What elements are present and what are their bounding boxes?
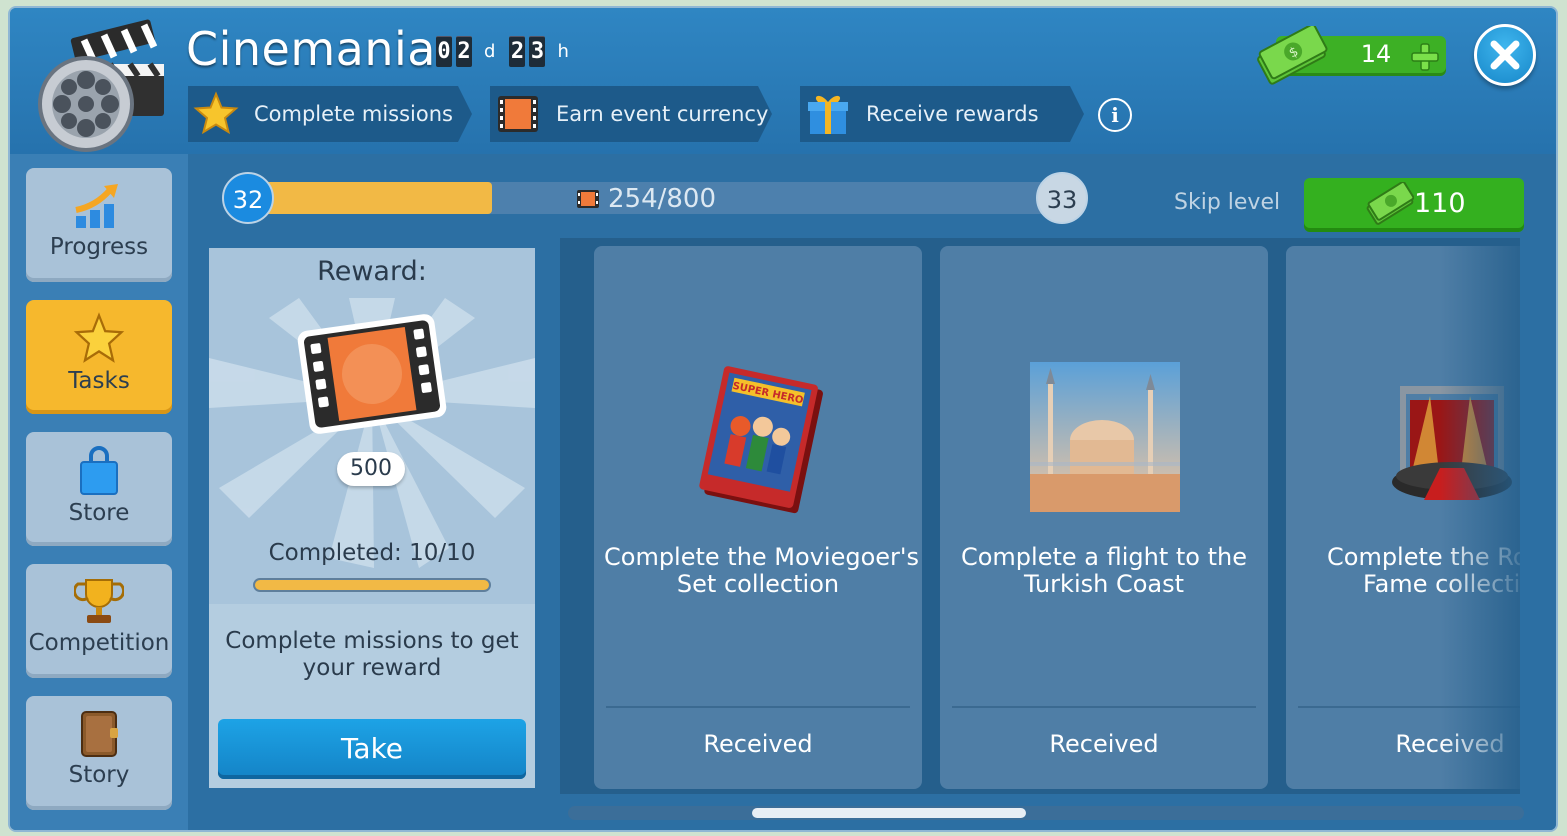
completed-count: Completed: 10/10 bbox=[268, 540, 476, 566]
sidebar-item-competition[interactable]: Competition bbox=[26, 564, 172, 678]
carousel-scrollbar[interactable] bbox=[568, 806, 1524, 820]
step-label: Earn event currency bbox=[556, 102, 769, 126]
tasks-panel: 32 254/800 33 Skip level 110 Reward: 500… bbox=[188, 154, 1556, 830]
mosque-photo bbox=[1030, 362, 1180, 512]
skip-level-label: Skip level bbox=[1174, 190, 1281, 215]
reward-amount: 500 bbox=[337, 452, 405, 486]
currency-value: 14 bbox=[1360, 40, 1392, 68]
sidebar-item-story[interactable]: Story bbox=[26, 696, 172, 810]
close-button[interactable] bbox=[1474, 24, 1536, 86]
timer-digit: 2 bbox=[509, 36, 526, 67]
mission-card[interactable]: Complete a flight to the Turkish Coast R… bbox=[940, 246, 1268, 789]
current-level-badge: 32 bbox=[222, 172, 274, 224]
star-icon bbox=[192, 90, 240, 138]
event-header: Cinemania 0 2 d 2 3 h Complete missions bbox=[10, 8, 1556, 154]
film-ticket-icon bbox=[577, 190, 599, 208]
film-ticket-icon bbox=[494, 90, 542, 138]
mission-text-line: Complete the Moviegoer's bbox=[604, 543, 919, 571]
timer-unit-hours: h bbox=[557, 41, 569, 62]
divider bbox=[606, 706, 910, 708]
shopping-bag-icon bbox=[80, 446, 118, 495]
mission-text-line: Set collection bbox=[676, 570, 840, 598]
reward-title: Reward: bbox=[317, 256, 427, 287]
timer-digit: 0 bbox=[436, 36, 452, 67]
close-icon bbox=[1490, 40, 1520, 70]
step-label: Complete missions bbox=[254, 102, 453, 126]
level-progress-readout: 254/800 bbox=[576, 184, 716, 214]
skip-level-cost: 110 bbox=[1414, 188, 1466, 219]
mission-text: Complete the Moviegoer's Set collection bbox=[604, 544, 919, 598]
sidebar: Progress Tasks Store Competition Story bbox=[10, 154, 188, 830]
sidebar-item-label: Story bbox=[68, 762, 130, 788]
step-receive-rewards: Receive rewards bbox=[800, 86, 1084, 142]
timer-digit: 2 bbox=[456, 36, 472, 67]
mission-card[interactable]: SUPER HERO Complete the Moviegoer's Set … bbox=[594, 246, 922, 789]
reward-panel: Reward: 500 Completed: 10/10 Complete mi… bbox=[209, 248, 535, 788]
film-ticket-icon bbox=[297, 314, 447, 434]
reward-footer: Complete missions to get your reward Tak… bbox=[209, 604, 535, 788]
scrollbar-thumb[interactable] bbox=[752, 808, 1026, 818]
sidebar-item-tasks[interactable]: Tasks bbox=[26, 300, 172, 414]
info-button[interactable]: i bbox=[1098, 98, 1132, 132]
completed-progress-bar bbox=[253, 578, 491, 592]
sidebar-item-label: Store bbox=[68, 500, 130, 526]
comic-book-icon: SUPER HERO bbox=[699, 366, 823, 514]
event-timer: 0 2 d 2 3 h bbox=[436, 36, 579, 67]
sidebar-item-label: Tasks bbox=[68, 368, 130, 394]
plus-icon[interactable] bbox=[1410, 42, 1440, 72]
next-level-badge: 33 bbox=[1036, 172, 1088, 224]
mission-text-line: Complete a flight to the bbox=[960, 543, 1247, 571]
timer-digit: 3 bbox=[529, 36, 546, 67]
chart-arrow-icon bbox=[75, 184, 118, 228]
star-icon bbox=[73, 312, 125, 363]
timer-unit-days: d bbox=[484, 41, 496, 62]
carousel-fade bbox=[1440, 238, 1520, 794]
trophy-icon bbox=[74, 579, 124, 623]
sidebar-item-store[interactable]: Store bbox=[26, 432, 172, 546]
cash-icon: $ bbox=[1257, 26, 1328, 85]
mission-text: Complete a flight to the Turkish Coast bbox=[950, 544, 1258, 598]
step-complete-missions: Complete missions bbox=[188, 86, 472, 142]
step-earn-currency: Earn event currency bbox=[490, 86, 772, 142]
divider bbox=[952, 706, 1256, 708]
mission-status: Received bbox=[1049, 730, 1159, 758]
gift-icon bbox=[804, 90, 852, 138]
event-title: Cinemania bbox=[186, 22, 436, 76]
sidebar-item-label: Progress bbox=[49, 234, 149, 260]
step-label: Receive rewards bbox=[866, 102, 1039, 126]
skip-level-button[interactable]: 110 bbox=[1304, 178, 1524, 232]
level-progress-text: 254/800 bbox=[608, 184, 717, 214]
take-button[interactable]: Take bbox=[218, 719, 526, 779]
cash-icon bbox=[1366, 182, 1414, 225]
mission-text-line: Turkish Coast bbox=[1023, 570, 1185, 598]
reward-description: Complete missions to get your reward bbox=[225, 628, 519, 681]
sidebar-item-progress[interactable]: Progress bbox=[26, 168, 172, 282]
mission-status: Received bbox=[703, 730, 813, 758]
book-icon bbox=[81, 711, 118, 757]
sidebar-item-label: Competition bbox=[28, 630, 170, 656]
event-window: Cinemania 0 2 d 2 3 h Complete missions bbox=[10, 8, 1556, 830]
missions-carousel[interactable]: SUPER HERO Complete the Moviegoer's Set … bbox=[560, 238, 1520, 794]
clapperboard-film-reel-icon bbox=[38, 19, 164, 152]
